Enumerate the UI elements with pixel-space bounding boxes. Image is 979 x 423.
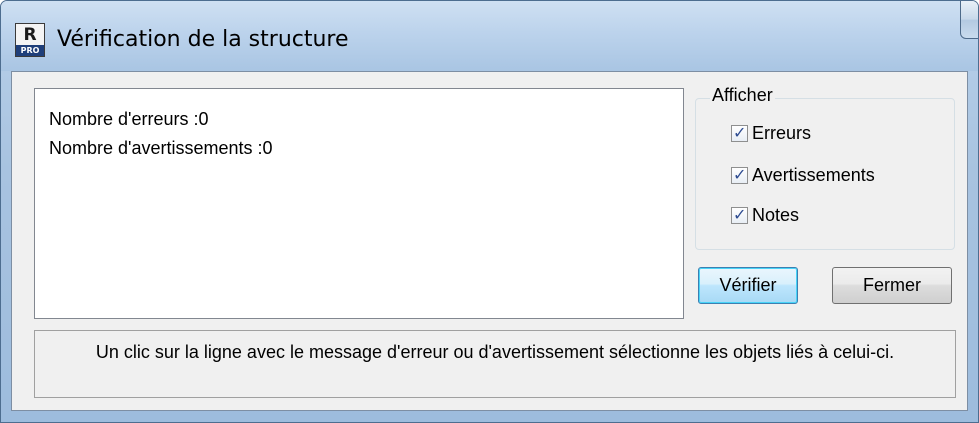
checkbox-notes-box[interactable]: ✓ — [731, 204, 748, 224]
results-list[interactable]: Nombre d'erreurs :0 Nombre d'avertisseme… — [34, 88, 684, 319]
window-title: Vérification de la structure — [57, 27, 349, 52]
checkbox-notes[interactable]: ✓ Notes — [731, 201, 799, 229]
check-icon: ✓ — [733, 122, 747, 142]
app-icon-letter: R — [23, 25, 37, 45]
app-icon[interactable]: R PRO — [15, 23, 45, 57]
checkbox-errors-box[interactable]: ✓ — [731, 122, 748, 142]
checkbox-warnings[interactable]: ✓ Avertissements — [731, 161, 875, 189]
checkbox-errors[interactable]: ✓ Erreurs — [731, 119, 811, 147]
check-icon: ✓ — [733, 204, 747, 224]
status-hint: Un clic sur la ligne avec le message d'e… — [34, 330, 956, 398]
minimize-button[interactable] — [960, 1, 978, 39]
title-bar[interactable]: R PRO Vérification de la structure X — [1, 1, 978, 71]
display-options-group: Afficher ✓ Erreurs ✓ Avertissements ✓ No… — [695, 85, 955, 250]
app-icon-badge: PRO — [16, 45, 44, 56]
results-line-errors[interactable]: Nombre d'erreurs :0 — [49, 106, 683, 135]
check-icon: ✓ — [733, 164, 747, 184]
checkbox-notes-label: Notes — [752, 204, 800, 225]
checkbox-errors-label: Erreurs — [752, 122, 812, 143]
results-line-warnings[interactable]: Nombre d'avertissements :0 — [49, 135, 683, 164]
checkbox-warnings-box[interactable]: ✓ — [731, 164, 748, 184]
close-button[interactable]: Fermer — [832, 267, 952, 304]
dialog-window: R PRO Vérification de la structure X Nom… — [0, 0, 979, 423]
verify-button[interactable]: Vérifier — [698, 267, 798, 304]
dialog-body: Nombre d'erreurs :0 Nombre d'avertisseme… — [11, 71, 968, 411]
checkbox-warnings-label: Avertissements — [752, 164, 875, 185]
display-options-legend: Afficher — [710, 85, 775, 106]
